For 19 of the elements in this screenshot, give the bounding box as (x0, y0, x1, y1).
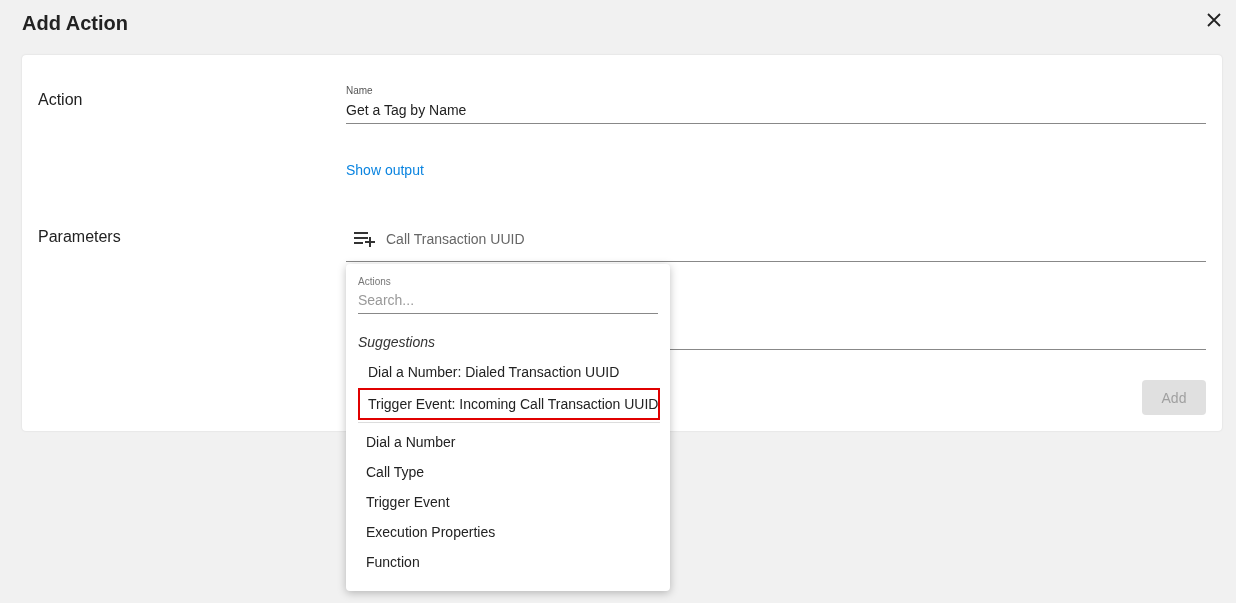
menu-item[interactable]: Execution Properties (346, 517, 670, 547)
search-field[interactable]: Search... (358, 290, 658, 314)
show-output-link[interactable]: Show output (346, 162, 424, 178)
menu-item[interactable]: Function (346, 547, 670, 577)
field-label: Name (346, 85, 374, 96)
menu-item[interactable]: Trigger Event (346, 487, 670, 517)
section-label: Parameters (38, 228, 122, 246)
suggestion-item[interactable]: Trigger Event: Incoming Call Transaction UUID (358, 388, 660, 420)
close-icon[interactable] (1206, 12, 1222, 28)
playlist-add-icon (354, 231, 376, 247)
menu-item[interactable]: Call Type (346, 457, 670, 487)
section-label: Action (38, 91, 84, 109)
suggestion-item[interactable]: Dial a Number: Dialed Transaction UUID (358, 356, 660, 388)
parameter-field[interactable]: Call Transaction UUID (346, 231, 1206, 262)
name-field[interactable]: Get a Tag by Name (346, 96, 1206, 124)
suggestions-heading: Suggestions (358, 334, 437, 350)
menu-item[interactable]: Dial a Number (346, 427, 670, 457)
search-label: Actions (358, 276, 392, 287)
dialog-title: Add Action (22, 11, 128, 35)
